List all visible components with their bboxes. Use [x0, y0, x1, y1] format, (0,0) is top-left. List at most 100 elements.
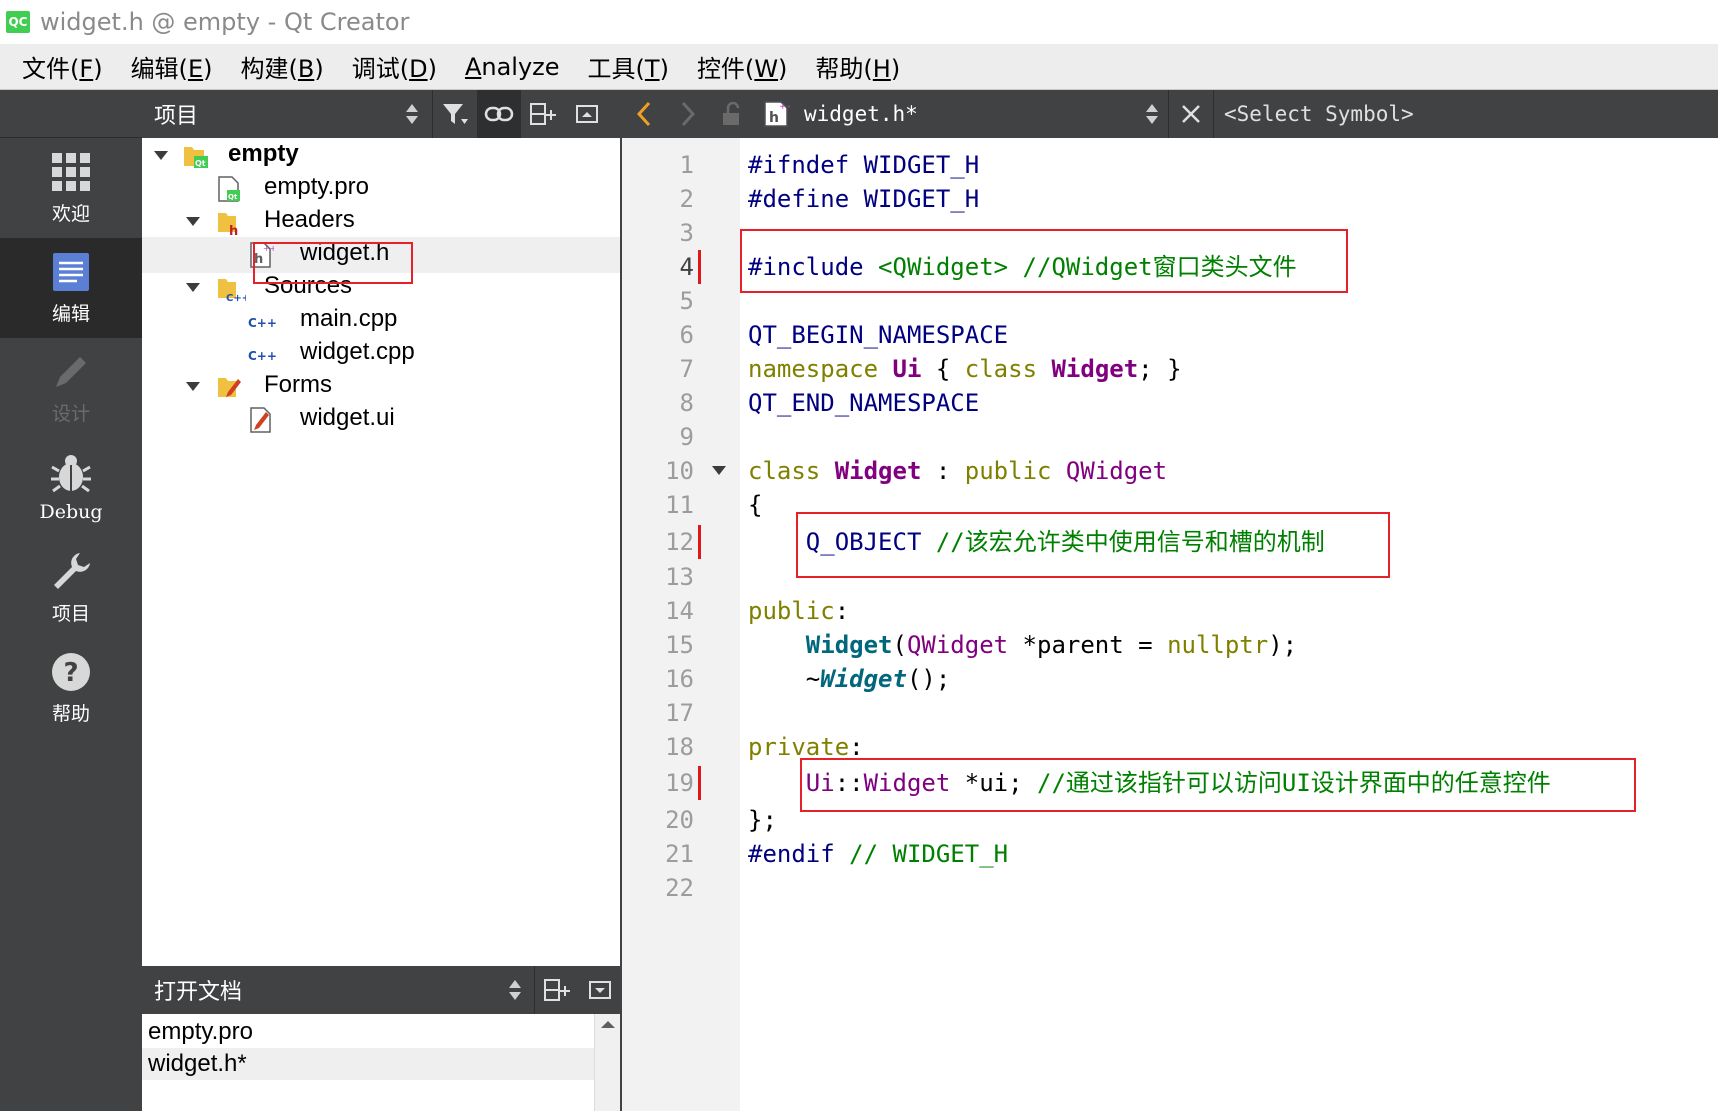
menu-item[interactable]: Analyze — [465, 53, 560, 81]
expand-arrow-icon[interactable] — [154, 151, 168, 160]
svg-text:Qt: Qt — [195, 159, 206, 168]
link-with-editor-icon[interactable] — [477, 90, 521, 138]
tree-item-label: empty — [228, 140, 299, 167]
file-selector-updown-icon[interactable] — [1136, 90, 1168, 138]
document-icon — [53, 252, 89, 291]
code-line[interactable]: { — [748, 488, 762, 522]
tree-item[interactable]: Qt empty.pro — [142, 171, 620, 207]
symbol-selector[interactable]: <Select Symbol> — [1224, 102, 1414, 126]
window-title: widget.h @ empty - Qt Creator — [40, 8, 410, 36]
split-icon[interactable] — [535, 966, 578, 1014]
view-selector-updown-icon[interactable] — [495, 966, 534, 1014]
close-pane-icon[interactable] — [579, 966, 622, 1014]
fold-arrow-icon[interactable] — [712, 466, 726, 475]
mode-selector: 欢迎 编辑 设计 Debug 项目 ? 帮助 — [0, 90, 142, 1111]
menu-item[interactable]: 控件(W) — [697, 49, 787, 84]
line-number: 11 — [665, 491, 694, 519]
tree-item[interactable]: Qt empty — [142, 138, 620, 174]
mode-label: 欢迎 — [51, 202, 90, 225]
tree-item[interactable]: h Headers — [142, 204, 620, 240]
tree-item-label: main.cpp — [300, 305, 398, 332]
forms-folder-icon — [216, 373, 242, 401]
project-pane-header: 项目 — [142, 90, 622, 138]
mode-label: 项目 — [51, 602, 90, 625]
tree-item[interactable]: widget.ui — [142, 402, 620, 438]
expand-arrow-icon[interactable] — [186, 217, 200, 226]
tree-item[interactable]: C++ main.cpp — [142, 303, 620, 339]
editor-toolbar: h++ widget.h* <Select Symbol> — [622, 90, 1718, 138]
menu-bar: 文件(F) 编辑(E) 构建(B) 调试(D) Analyze 工具(T) 控件(W) 帮助(… — [0, 44, 1718, 90]
tree-item-label: empty.pro — [264, 173, 369, 200]
bug-icon — [51, 455, 91, 493]
open-document-item[interactable]: widget.h* — [142, 1048, 594, 1080]
open-documents-title: 打开文档 — [154, 980, 243, 1005]
close-document-icon[interactable] — [1169, 90, 1213, 138]
code-line[interactable]: #define WIDGET_H — [748, 182, 979, 216]
cpp-file-icon: C++ — [248, 307, 277, 335]
mode-help[interactable]: ? 帮助 — [0, 638, 142, 738]
view-selector-updown-icon[interactable] — [392, 90, 432, 138]
scroll-up-icon[interactable] — [595, 1014, 621, 1036]
menu-item[interactable]: 调试(D) — [352, 49, 437, 84]
mode-debug[interactable]: Debug — [0, 438, 142, 538]
lock-icon[interactable] — [710, 90, 754, 138]
menu-item[interactable]: 文件(F) — [22, 49, 103, 84]
menu-item[interactable]: 工具(T) — [588, 49, 669, 84]
tree-item[interactable]: Forms — [142, 369, 620, 405]
annotation-box-qobject — [796, 512, 1390, 578]
menu-item[interactable]: 编辑(E) — [131, 49, 213, 84]
tree-item[interactable]: C++ widget.cpp — [142, 336, 620, 372]
mode-bar-header — [0, 90, 142, 138]
open-document-item[interactable]: empty.pro — [142, 1016, 594, 1048]
tree-item-label: widget.cpp — [300, 338, 415, 365]
code-line[interactable]: ~Widget(); — [748, 662, 951, 696]
line-number: 10 — [665, 457, 694, 485]
code-line[interactable]: namespace Ui { class Widget; } — [748, 352, 1182, 386]
line-number: 2 — [679, 185, 694, 213]
qt-project-folder-icon: Qt — [182, 142, 208, 170]
line-number: 20 — [665, 806, 694, 834]
svg-text:h: h — [769, 110, 779, 126]
line-number: 14 — [665, 597, 694, 625]
mode-edit[interactable]: 编辑 — [0, 238, 142, 338]
code-line[interactable]: public: — [748, 594, 849, 628]
mode-welcome[interactable]: 欢迎 — [0, 138, 142, 238]
line-number: 18 — [665, 733, 694, 761]
change-marker — [698, 525, 701, 559]
tree-item-label: Forms — [264, 371, 332, 398]
pencil-icon — [56, 356, 86, 387]
pro-file-icon: Qt — [216, 175, 242, 203]
code-line[interactable]: }; — [748, 803, 777, 837]
line-number: 1 — [679, 151, 694, 179]
svg-text:C++: C++ — [248, 316, 277, 330]
line-number: 15 — [665, 631, 694, 659]
back-arrow-icon[interactable] — [622, 90, 666, 138]
sources-folder-icon: C++ — [216, 274, 250, 304]
current-file-name[interactable]: widget.h* — [804, 102, 1136, 126]
menu-item[interactable]: 帮助(H) — [815, 49, 900, 84]
mode-design[interactable]: 设计 — [0, 338, 142, 438]
mode-projects[interactable]: 项目 — [0, 538, 142, 638]
code-line[interactable]: #ifndef WIDGET_H — [748, 148, 979, 182]
menu-item[interactable]: 构建(B) — [240, 49, 323, 84]
svg-text:C++: C++ — [248, 349, 277, 363]
line-number: 3 — [679, 219, 694, 247]
change-marker — [698, 250, 701, 284]
line-number: 16 — [665, 665, 694, 693]
code-line[interactable]: QT_BEGIN_NAMESPACE — [748, 318, 1008, 352]
filter-icon[interactable] — [433, 90, 477, 138]
code-line[interactable]: Widget(QWidget *parent = nullptr); — [748, 628, 1297, 662]
annotation-box-widget-h — [253, 242, 413, 284]
split-icon[interactable] — [521, 90, 565, 138]
code-line[interactable]: QT_END_NAMESPACE — [748, 386, 979, 420]
forward-arrow-icon[interactable] — [666, 90, 710, 138]
close-pane-icon[interactable] — [565, 90, 609, 138]
svg-text:++: ++ — [779, 102, 790, 112]
expand-arrow-icon[interactable] — [186, 283, 200, 292]
code-line[interactable]: #endif // WIDGET_H — [748, 837, 1008, 871]
open-documents-header: 打开文档 — [142, 966, 622, 1014]
line-number: 7 — [679, 355, 694, 383]
vertical-scrollbar[interactable] — [594, 1014, 620, 1111]
expand-arrow-icon[interactable] — [186, 382, 200, 391]
code-line[interactable]: class Widget : public QWidget — [748, 454, 1167, 488]
